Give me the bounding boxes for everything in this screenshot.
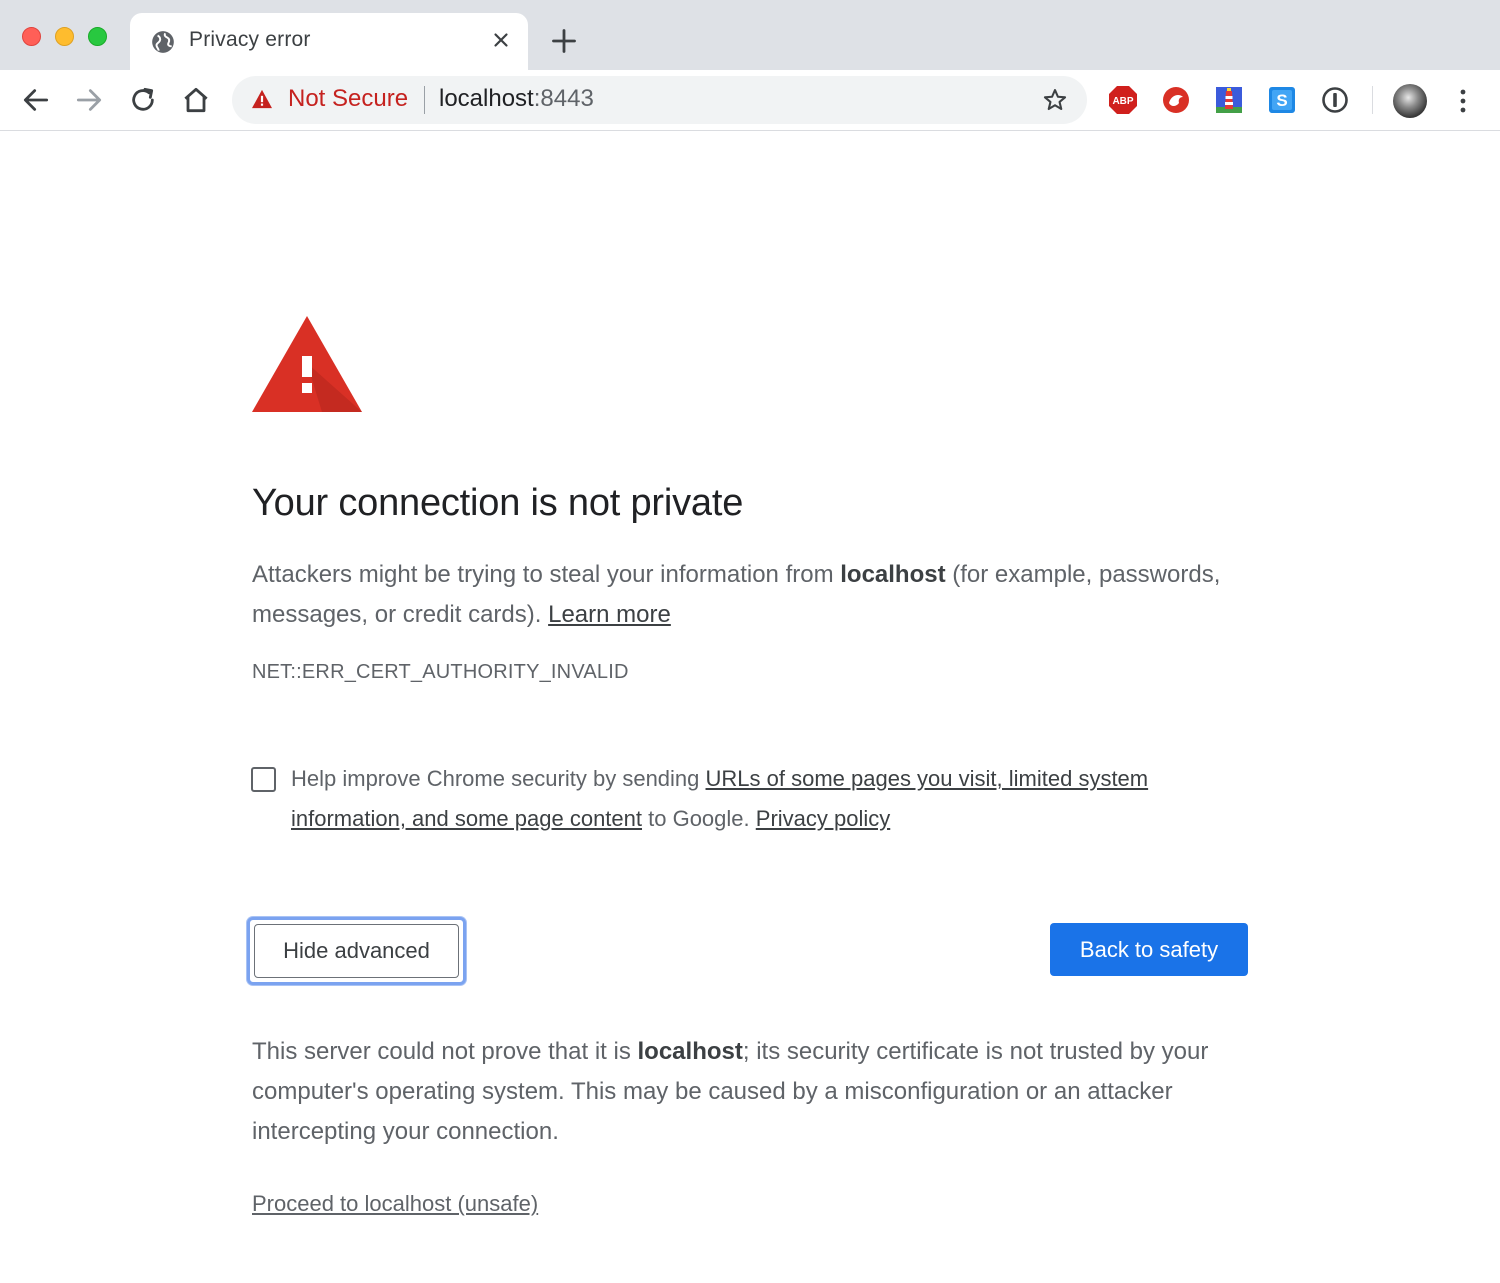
browser-toolbar: Not Secure localhost:8443 ABP S bbox=[0, 70, 1500, 131]
close-tab-icon[interactable] bbox=[490, 29, 512, 51]
back-arrow-icon[interactable] bbox=[20, 84, 52, 116]
security-optin-text: Help improve Chrome security by sending … bbox=[291, 766, 1149, 831]
url-text[interactable]: localhost:8443 bbox=[439, 85, 594, 113]
error-code: NET::ERR_CERT_AUTHORITY_INVALID bbox=[252, 661, 629, 683]
host-name: localhost bbox=[840, 561, 946, 588]
tab-title: Privacy error bbox=[189, 28, 311, 51]
hide-advanced-label: Hide advanced bbox=[254, 924, 459, 978]
new-tab-icon[interactable] bbox=[550, 27, 578, 55]
maximize-window-button[interactable] bbox=[88, 27, 107, 46]
not-secure-warning-icon[interactable] bbox=[251, 89, 273, 109]
advanced-details-text: This server could not prove that it is l… bbox=[252, 1038, 1209, 1145]
adblock-plus-icon[interactable]: ABP bbox=[1108, 85, 1138, 115]
omnibox-divider bbox=[424, 86, 425, 114]
details-host-name: localhost bbox=[637, 1038, 743, 1065]
address-bar[interactable]: Not Secure localhost:8443 bbox=[232, 76, 1087, 124]
tab-privacy-error[interactable]: Privacy error bbox=[130, 13, 528, 70]
url-host: localhost bbox=[439, 85, 534, 112]
hide-advanced-button[interactable]: Hide advanced bbox=[247, 917, 466, 985]
lighthouse-extension-icon[interactable] bbox=[1214, 85, 1244, 115]
learn-more-link[interactable]: Learn more bbox=[548, 601, 671, 628]
globe-icon bbox=[152, 31, 174, 53]
url-port: :8443 bbox=[533, 85, 594, 112]
1password-icon[interactable] bbox=[1320, 85, 1350, 115]
profile-avatar[interactable] bbox=[1393, 84, 1427, 118]
reload-icon[interactable] bbox=[127, 84, 159, 116]
security-status-label[interactable]: Not Secure bbox=[288, 85, 408, 113]
home-icon[interactable] bbox=[180, 84, 212, 116]
red-bird-extension-icon[interactable] bbox=[1161, 85, 1191, 115]
back-to-safety-button[interactable]: Back to safety bbox=[1050, 923, 1248, 976]
minimize-window-button[interactable] bbox=[55, 27, 74, 46]
attack-warning-text: Attackers might be trying to steal your … bbox=[252, 561, 1221, 628]
close-window-button[interactable] bbox=[22, 27, 41, 46]
toolbar-divider bbox=[1372, 86, 1373, 114]
tab-strip: Privacy error bbox=[0, 0, 1500, 70]
abp-label: ABP bbox=[1112, 96, 1133, 107]
s-extension-icon[interactable]: S bbox=[1267, 85, 1297, 115]
warning-triangle-icon bbox=[252, 316, 362, 412]
s-label: S bbox=[1276, 91, 1287, 110]
proceed-unsafe-link[interactable]: Proceed to localhost (unsafe) bbox=[252, 1191, 538, 1217]
page-title: Your connection is not private bbox=[252, 482, 744, 524]
privacy-policy-link[interactable]: Privacy policy bbox=[756, 806, 890, 831]
security-optin-checkbox[interactable] bbox=[251, 767, 276, 792]
bookmark-star-icon[interactable] bbox=[1042, 87, 1068, 113]
forward-arrow-icon[interactable] bbox=[73, 84, 105, 116]
more-menu-icon[interactable] bbox=[1450, 86, 1476, 116]
